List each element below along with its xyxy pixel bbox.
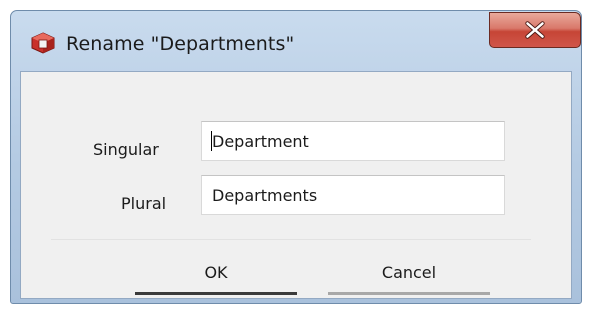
dialog-body: Singular Plural OK Cancel (20, 71, 572, 299)
ok-button[interactable]: OK (135, 257, 297, 295)
dialog-title: Rename "Departments" (66, 33, 295, 55)
title-bar[interactable]: Rename "Departments" (11, 11, 581, 71)
cancel-button[interactable]: Cancel (328, 257, 490, 295)
plural-input[interactable] (201, 175, 505, 215)
rename-dialog: Rename "Departments" Singular Plural OK … (10, 10, 582, 304)
red-cube-icon (31, 32, 55, 54)
singular-input[interactable] (201, 121, 505, 161)
close-x-icon (525, 21, 545, 39)
plural-label: Plural (121, 194, 167, 213)
button-separator (51, 239, 531, 240)
singular-label: Singular (93, 140, 159, 159)
text-caret (211, 131, 212, 151)
close-button[interactable] (489, 12, 581, 48)
